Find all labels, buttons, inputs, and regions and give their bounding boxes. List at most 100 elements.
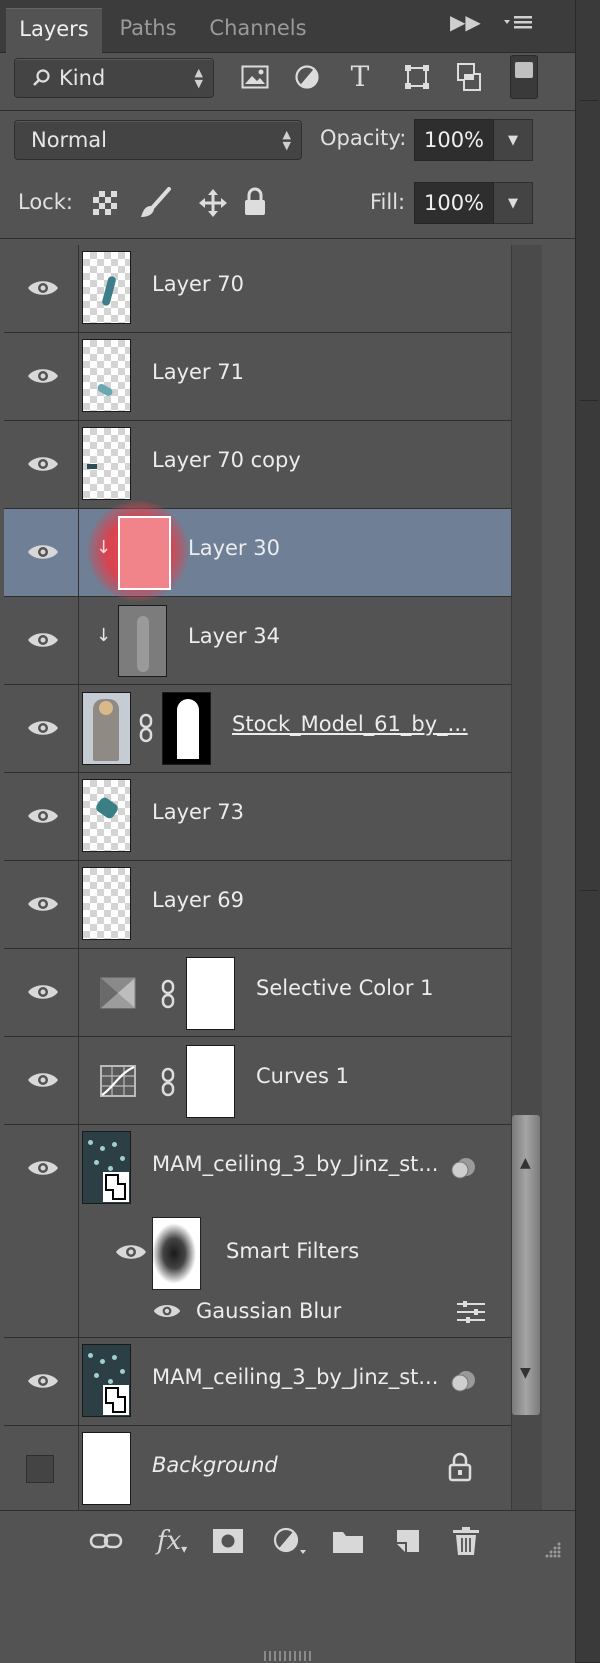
layer-row-stock-model[interactable]: Stock_Model_61_by_... (4, 685, 511, 773)
layer-row-layer-69[interactable]: Layer 69 (4, 861, 511, 949)
layer-name[interactable]: Layer 34 (188, 624, 280, 648)
layer-name[interactable]: MAM_ceiling_3_by_Jinz_st... (152, 1365, 438, 1389)
filter-toggle-icon[interactable] (510, 55, 538, 99)
delete-layer-icon[interactable] (448, 1521, 484, 1561)
filter-blending-options-icon[interactable] (456, 1301, 486, 1323)
new-group-icon[interactable] (330, 1521, 366, 1561)
layer-name[interactable]: Layer 70 (152, 272, 244, 296)
eye-icon[interactable] (26, 893, 60, 915)
chain-link-icon[interactable] (160, 979, 176, 1009)
layer-mask-thumbnail[interactable] (162, 692, 211, 765)
search-icon (33, 69, 50, 86)
lock-all-icon[interactable] (240, 184, 270, 220)
tab-paths[interactable]: Paths (104, 8, 192, 52)
new-layer-icon[interactable] (390, 1521, 426, 1561)
layer-name[interactable]: Selective Color 1 (256, 976, 434, 1000)
gaussian-blur-label[interactable]: Gaussian Blur (196, 1299, 341, 1323)
add-mask-icon[interactable] (210, 1521, 246, 1561)
panel-menu-icon[interactable] (500, 8, 536, 43)
eye-icon[interactable] (26, 541, 60, 563)
tab-layers[interactable]: Layers (6, 8, 102, 53)
smart-object-filter-icon[interactable] (452, 60, 486, 94)
layers-scrollbar-thumb[interactable]: ▲ ▼ (512, 1115, 540, 1415)
layer-name[interactable]: Layer 69 (152, 888, 244, 912)
eye-icon[interactable] (26, 1370, 60, 1392)
layer-row-mam-ceiling-smart-object-2[interactable]: MAM_ceiling_3_by_Jinz_st... (4, 1338, 511, 1426)
layers-list: Layer 70 Layer 71 Layer 70 copy ↓ Layer … (4, 245, 511, 1510)
shape-filter-icon[interactable] (400, 60, 434, 94)
layer-row-mam-ceiling-smart-object[interactable]: MAM_ceiling_3_by_Jinz_st... Smart Filter… (4, 1125, 511, 1338)
tab-channels[interactable]: Channels (196, 8, 320, 52)
selective-color-adjustment-icon (100, 977, 136, 1009)
filter-kind-select[interactable]: Kind ▲ ▼ (14, 58, 214, 98)
visibility-toggle-empty[interactable] (26, 1455, 54, 1483)
layer-name[interactable]: Layer 73 (152, 800, 244, 824)
layer-row-layer-30[interactable]: ↓ Layer 30 (4, 501, 511, 601)
layer-name[interactable]: Layer 70 copy (152, 448, 301, 472)
chain-link-icon[interactable] (160, 1067, 176, 1097)
bottom-drag-handle[interactable] (264, 1651, 312, 1661)
layer-name[interactable]: Background (152, 1453, 278, 1477)
eye-icon[interactable] (152, 1301, 182, 1321)
layer-row-layer-71[interactable]: Layer 71 (4, 333, 511, 421)
eye-icon[interactable] (26, 1069, 60, 1091)
opacity-label: Opacity: (320, 126, 407, 150)
eye-icon[interactable] (26, 453, 60, 475)
fill-input[interactable]: 100% (414, 182, 494, 224)
lock-position-icon[interactable] (196, 186, 230, 220)
collapse-icon[interactable]: ▶▶ (450, 10, 481, 34)
layer-mask-thumbnail[interactable] (186, 1045, 235, 1118)
fx-icon[interactable]: fx ▾ (150, 1521, 194, 1561)
layer-mask-thumbnail[interactable] (186, 957, 235, 1030)
layer-name[interactable]: Layer 71 (152, 360, 244, 384)
eye-icon[interactable] (114, 1241, 148, 1263)
smart-filter-mask-thumbnail[interactable] (152, 1217, 201, 1290)
smart-filter-badge-icon[interactable] (448, 1370, 478, 1392)
updown-arrows-icon: ▲ ▼ (194, 66, 203, 90)
layer-row-layer-70[interactable]: Layer 70 (4, 245, 511, 333)
clipping-arrow-icon: ↓ (96, 625, 112, 646)
fill-dropdown-button[interactable]: ▼ (494, 182, 533, 224)
type-filter-icon[interactable]: T (343, 58, 377, 94)
smart-filters-label[interactable]: Smart Filters (226, 1239, 359, 1263)
eye-icon[interactable] (26, 717, 60, 739)
layer-thumbnail (82, 1131, 131, 1204)
blend-mode-value: Normal (31, 128, 107, 152)
eye-icon[interactable] (26, 277, 60, 299)
layer-row-background[interactable]: Background (4, 1426, 511, 1510)
link-layers-icon[interactable] (86, 1521, 126, 1561)
panel-tab-bar: Layers Paths Channels ▶▶ (0, 0, 575, 53)
resize-grip-icon[interactable] (540, 1541, 562, 1567)
eye-icon[interactable] (26, 1157, 60, 1179)
layer-name[interactable]: MAM_ceiling_3_by_Jinz_st... (152, 1152, 438, 1176)
opacity-dropdown-button[interactable]: ▼ (494, 119, 533, 161)
layer-row-layer-70-copy[interactable]: Layer 70 copy (4, 421, 511, 509)
eye-icon[interactable] (26, 629, 60, 651)
image-filter-icon[interactable] (238, 60, 272, 94)
blend-mode-select[interactable]: Normal ▲ ▼ (14, 120, 302, 160)
scroll-down-arrow-icon[interactable]: ▼ (520, 1365, 531, 1381)
layer-name[interactable]: Layer 30 (188, 536, 280, 560)
layer-row-layer-34[interactable]: ↓ Layer 34 (4, 597, 511, 685)
clipping-arrow-icon: ↓ (96, 537, 112, 558)
layer-row-layer-73[interactable]: Layer 73 (4, 773, 511, 861)
chain-link-icon[interactable] (138, 713, 154, 743)
layer-name[interactable]: Stock_Model_61_by_... (232, 712, 468, 736)
opacity-input[interactable]: 100% (414, 119, 494, 161)
layer-thumbnail (82, 339, 131, 412)
layer-name[interactable]: Curves 1 (256, 1064, 349, 1088)
smart-filter-badge-icon[interactable] (448, 1157, 478, 1179)
eye-icon[interactable] (26, 365, 60, 387)
lock-image-pixels-icon[interactable] (136, 184, 176, 222)
right-panel-edge (575, 0, 600, 1662)
eye-icon[interactable] (26, 981, 60, 1003)
layer-row-selective-color-1[interactable]: Selective Color 1 (4, 949, 511, 1037)
adjustment-filter-icon[interactable] (290, 60, 324, 94)
layer-thumbnail (82, 251, 131, 324)
scroll-up-arrow-icon[interactable]: ▲ (520, 1155, 531, 1171)
lock-transparent-pixels-icon[interactable] (88, 186, 122, 220)
layer-row-curves-1[interactable]: Curves 1 (4, 1037, 511, 1125)
eye-icon[interactable] (26, 805, 60, 827)
adjustment-layer-icon[interactable] (270, 1521, 310, 1561)
layer-thumbnail (82, 427, 131, 500)
